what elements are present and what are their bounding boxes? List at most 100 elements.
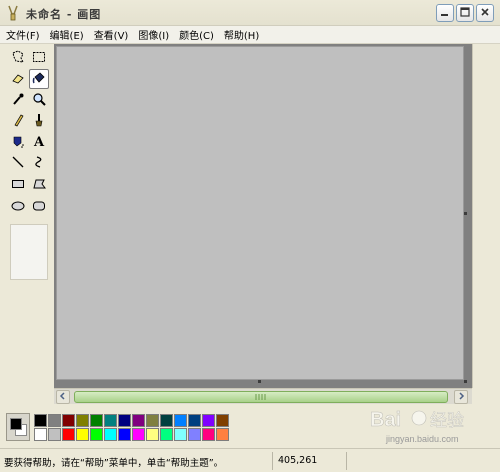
palette-swatch[interactable]: [146, 414, 159, 427]
magnifier-icon: [32, 92, 46, 109]
status-divider: [346, 452, 347, 470]
palette-swatch[interactable]: [132, 428, 145, 441]
menu-help[interactable]: 帮助(H): [224, 27, 259, 42]
brush-tool[interactable]: [29, 111, 49, 131]
resize-handle-right[interactable]: [464, 212, 467, 215]
palette-swatch[interactable]: [62, 428, 75, 441]
baidu-watermark: Bai 经验 jingyan.baidu.com: [356, 402, 496, 452]
pencil-icon: [11, 113, 25, 130]
ellipse-icon: [11, 199, 25, 216]
palette-swatch[interactable]: [118, 428, 131, 441]
maximize-icon: [460, 6, 470, 20]
drawing-canvas[interactable]: [56, 46, 464, 380]
text-tool[interactable]: A: [29, 132, 49, 152]
rectangle-icon: [11, 177, 25, 194]
polygon-tool[interactable]: [29, 175, 49, 195]
palette-swatch[interactable]: [160, 414, 173, 427]
right-margin: [472, 44, 494, 388]
palette-swatch[interactable]: [90, 428, 103, 441]
status-divider: [272, 452, 273, 470]
rect-select-tool[interactable]: [29, 48, 49, 68]
palette-swatch[interactable]: [90, 414, 103, 427]
palette-swatch[interactable]: [34, 428, 47, 441]
airbrush-icon: [11, 134, 25, 151]
menu-colors[interactable]: 颜色(C): [179, 27, 214, 42]
polygon-icon: [32, 177, 46, 194]
foreground-color-swatch: [10, 418, 22, 430]
palette-swatch[interactable]: [174, 414, 187, 427]
scroll-left-button[interactable]: [56, 390, 70, 404]
pencil-tool[interactable]: [8, 111, 28, 131]
palette-swatch[interactable]: [146, 428, 159, 441]
maximize-button[interactable]: [456, 4, 474, 22]
free-form-select-icon: [11, 49, 25, 67]
fill-bucket-icon: [32, 71, 46, 88]
minimize-icon: [440, 7, 450, 20]
palette-swatch[interactable]: [202, 414, 215, 427]
window-title: 未命名 - 画图: [26, 8, 102, 21]
brush-icon: [32, 113, 46, 130]
tool-options-box[interactable]: [10, 224, 48, 280]
current-colors[interactable]: [6, 413, 30, 441]
baidu-jingyan-logo: Bai 经验: [370, 409, 464, 432]
palette-swatch[interactable]: [188, 428, 201, 441]
color-picker-icon: [11, 92, 25, 109]
palette-swatch[interactable]: [132, 414, 145, 427]
palette-swatch[interactable]: [62, 414, 75, 427]
menu-file[interactable]: 文件(F): [6, 27, 40, 42]
svg-text:经验: 经验: [430, 411, 464, 431]
resize-handle-corner[interactable]: [464, 380, 467, 383]
magnifier-tool[interactable]: [29, 90, 49, 110]
palette-swatch[interactable]: [118, 414, 131, 427]
palette-swatch[interactable]: [34, 414, 47, 427]
palette-swatch[interactable]: [216, 414, 229, 427]
palette-swatch[interactable]: [48, 428, 61, 441]
watermark-url: jingyan.baidu.com: [386, 434, 459, 444]
menu-bar: 文件(F) 编辑(E) 查看(V) 图像(I) 颜色(C) 帮助(H): [0, 26, 500, 44]
fill-bucket-tool[interactable]: [29, 69, 49, 89]
color-picker-tool[interactable]: [8, 90, 28, 110]
workspace: [54, 44, 472, 388]
status-coordinates: 405,261: [278, 455, 318, 466]
line-tool[interactable]: [8, 153, 28, 173]
palette-swatch[interactable]: [174, 428, 187, 441]
close-button[interactable]: [476, 4, 494, 22]
palette-swatch[interactable]: [104, 428, 117, 441]
palette-swatch[interactable]: [160, 428, 173, 441]
status-help-text: 要获得帮助，请在“帮助”菜单中，单击“帮助主题”。: [4, 458, 224, 469]
menu-edit[interactable]: 编辑(E): [50, 27, 84, 42]
palette-swatch[interactable]: [216, 428, 229, 441]
rect-select-icon: [32, 50, 46, 67]
eraser-icon: [11, 71, 25, 88]
paint-brush-icon: [6, 5, 20, 21]
palette-swatch[interactable]: [188, 414, 201, 427]
rectangle-tool[interactable]: [8, 175, 28, 195]
menu-image[interactable]: 图像(I): [138, 27, 169, 42]
toolbox: A: [0, 44, 54, 410]
line-icon: [11, 155, 25, 172]
palette-swatch[interactable]: [76, 428, 89, 441]
eraser-tool[interactable]: [8, 69, 28, 89]
free-form-select-tool[interactable]: [8, 48, 28, 68]
title-bar: 未命名 - 画图: [0, 0, 500, 26]
arrow-right-icon: [457, 391, 465, 403]
curve-tool[interactable]: [29, 153, 49, 173]
svg-text:Bai: Bai: [370, 409, 401, 431]
svg-text:A: A: [33, 135, 45, 148]
palette-swatch[interactable]: [202, 428, 215, 441]
palette-swatch[interactable]: [48, 414, 61, 427]
grip-icon: [255, 394, 266, 400]
ellipse-tool[interactable]: [8, 197, 28, 217]
palette-swatch[interactable]: [104, 414, 117, 427]
rounded-rectangle-icon: [32, 199, 46, 216]
arrow-left-icon: [59, 391, 67, 403]
close-icon: [480, 7, 490, 20]
menu-view[interactable]: 查看(V): [94, 27, 129, 42]
minimize-button[interactable]: [436, 4, 454, 22]
palette-swatch[interactable]: [76, 414, 89, 427]
resize-handle-bottom[interactable]: [258, 380, 261, 383]
curve-icon: [32, 155, 46, 172]
rounded-rectangle-tool[interactable]: [29, 197, 49, 217]
text-icon: A: [32, 134, 46, 151]
airbrush-tool[interactable]: [8, 132, 28, 152]
